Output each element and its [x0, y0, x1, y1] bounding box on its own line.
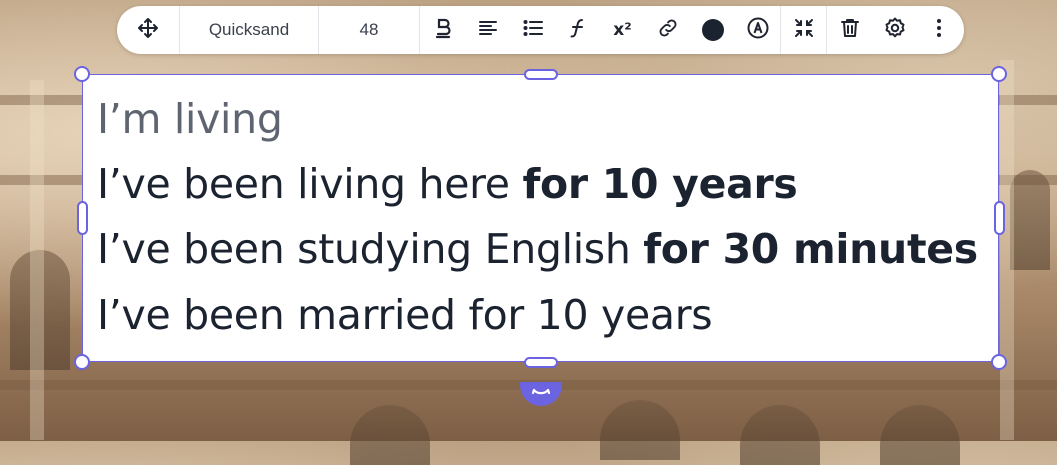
text-line-normal: I’ve been married for 10 years — [97, 291, 713, 339]
link-button[interactable] — [645, 6, 690, 54]
more-icon — [935, 17, 943, 43]
text-color-button[interactable] — [690, 6, 735, 54]
bold-icon — [432, 17, 454, 43]
more-button[interactable] — [917, 6, 961, 54]
font-size-input[interactable]: 48 — [319, 6, 420, 54]
move-button[interactable] — [117, 6, 180, 54]
text-line-normal: I’ve been living here — [97, 160, 523, 208]
settings-button[interactable] — [872, 6, 917, 54]
superscript-button[interactable]: x² — [600, 6, 645, 54]
delete-button[interactable] — [827, 6, 872, 54]
font-family-label: Quicksand — [208, 20, 290, 39]
bold-button[interactable] — [420, 6, 465, 54]
resize-handle-top-right[interactable] — [991, 66, 1007, 82]
align-button[interactable] — [465, 6, 510, 54]
resize-handle-top-left[interactable] — [74, 66, 90, 82]
format-group: x² — [420, 6, 780, 54]
color-icon — [701, 19, 724, 41]
text-line-normal: I’ve been studying English — [97, 225, 644, 273]
settings-icon — [883, 16, 907, 44]
collapse-icon — [793, 17, 815, 43]
arch — [880, 405, 960, 465]
rotate-icon — [530, 385, 552, 404]
text-box[interactable]: I’m living I’ve been living here for 10 … — [82, 74, 999, 362]
arch — [350, 405, 430, 465]
font-function-icon — [567, 17, 589, 43]
superscript-icon: x² — [613, 20, 632, 40]
resize-handle-right[interactable] — [994, 201, 1005, 235]
resize-handle-bottom[interactable] — [524, 357, 558, 368]
text-toolbar: Quicksand 48 x² — [117, 6, 964, 54]
arch — [1010, 170, 1050, 270]
align-left-icon — [477, 17, 499, 43]
text-line-3[interactable]: I’ve been studying English for 30 minute… — [97, 225, 978, 273]
resize-handle-left[interactable] — [77, 201, 88, 235]
text-line-bold: for 30 minutes — [643, 225, 978, 273]
rotate-handle[interactable] — [520, 382, 562, 406]
text-line-bold: for 10 years — [522, 160, 798, 208]
list-icon — [522, 17, 544, 43]
text-line-4[interactable]: I’ve been married for 10 years — [97, 291, 713, 339]
link-icon — [657, 17, 679, 43]
column — [30, 80, 44, 440]
arch — [740, 405, 820, 465]
arch — [600, 400, 680, 460]
text-line-2[interactable]: I’ve been living here for 10 years — [97, 160, 798, 208]
list-button[interactable] — [510, 6, 555, 54]
trash-icon — [839, 17, 861, 43]
animate-icon — [746, 16, 770, 44]
resize-handle-bottom-right[interactable] — [991, 354, 1007, 370]
text-line-1[interactable]: I’m living — [97, 95, 283, 143]
font-family-select[interactable]: Quicksand — [180, 6, 319, 54]
column — [1000, 60, 1014, 440]
font-size-value: 48 — [359, 20, 379, 39]
resize-handle-bottom-left[interactable] — [74, 354, 90, 370]
move-icon — [136, 16, 160, 44]
text-line-normal: I’m living — [97, 95, 283, 143]
resize-handle-top[interactable] — [524, 69, 558, 80]
font-effects-button[interactable] — [555, 6, 600, 54]
animate-button[interactable] — [735, 6, 780, 54]
actions-group — [781, 6, 961, 54]
collapse-button[interactable] — [781, 6, 826, 54]
